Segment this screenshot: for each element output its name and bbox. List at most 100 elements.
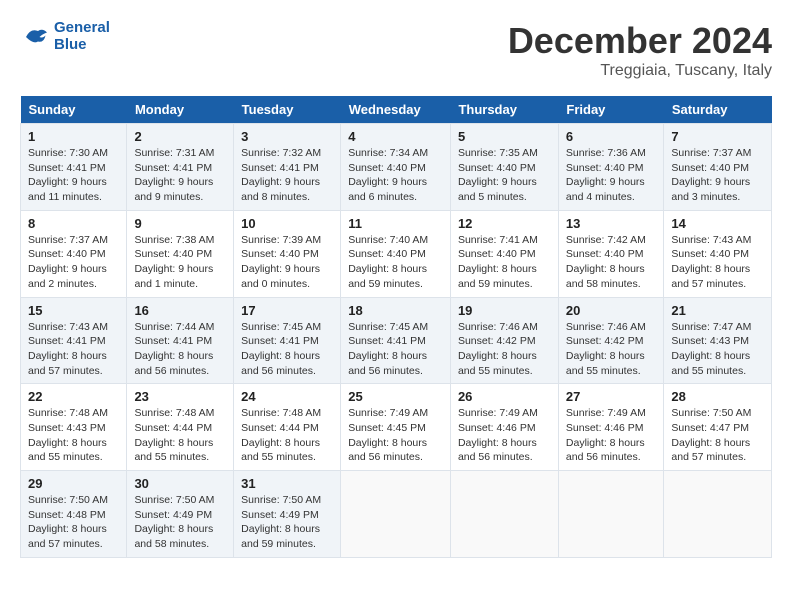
calendar-cell: 18 Sunrise: 7:45 AM Sunset: 4:41 PM Dayl…	[341, 297, 451, 384]
day-number: 11	[348, 216, 443, 231]
calendar-body: 1 Sunrise: 7:30 AM Sunset: 4:41 PM Dayli…	[21, 124, 772, 558]
calendar-header: SundayMondayTuesdayWednesdayThursdayFrid…	[21, 96, 772, 124]
calendar-week-1: 8 Sunrise: 7:37 AM Sunset: 4:40 PM Dayli…	[21, 210, 772, 297]
day-number: 7	[671, 129, 764, 144]
day-number: 14	[671, 216, 764, 231]
day-number: 8	[28, 216, 119, 231]
logo: General Blue	[20, 20, 110, 53]
day-info: Sunrise: 7:43 AM Sunset: 4:41 PM Dayligh…	[28, 320, 119, 379]
day-number: 24	[241, 389, 333, 404]
calendar-cell: 15 Sunrise: 7:43 AM Sunset: 4:41 PM Dayl…	[21, 297, 127, 384]
title-block: December 2024 Treggiaia, Tuscany, Italy	[508, 20, 772, 80]
day-info: Sunrise: 7:41 AM Sunset: 4:40 PM Dayligh…	[458, 233, 551, 292]
day-info: Sunrise: 7:38 AM Sunset: 4:40 PM Dayligh…	[134, 233, 226, 292]
day-number: 16	[134, 303, 226, 318]
calendar-cell	[341, 471, 451, 558]
calendar-cell: 22 Sunrise: 7:48 AM Sunset: 4:43 PM Dayl…	[21, 384, 127, 471]
calendar-cell: 3 Sunrise: 7:32 AM Sunset: 4:41 PM Dayli…	[234, 124, 341, 211]
day-number: 2	[134, 129, 226, 144]
calendar-cell: 1 Sunrise: 7:30 AM Sunset: 4:41 PM Dayli…	[21, 124, 127, 211]
day-number: 19	[458, 303, 551, 318]
day-number: 31	[241, 476, 333, 491]
page-header: General Blue December 2024 Treggiaia, Tu…	[20, 20, 772, 80]
calendar-cell: 5 Sunrise: 7:35 AM Sunset: 4:40 PM Dayli…	[450, 124, 558, 211]
day-number: 21	[671, 303, 764, 318]
day-number: 4	[348, 129, 443, 144]
logo-text-line1: General	[54, 20, 110, 37]
day-number: 30	[134, 476, 226, 491]
header-friday: Friday	[558, 96, 664, 124]
day-number: 23	[134, 389, 226, 404]
day-info: Sunrise: 7:48 AM Sunset: 4:44 PM Dayligh…	[241, 406, 333, 465]
calendar-cell: 7 Sunrise: 7:37 AM Sunset: 4:40 PM Dayli…	[664, 124, 772, 211]
calendar-week-3: 22 Sunrise: 7:48 AM Sunset: 4:43 PM Dayl…	[21, 384, 772, 471]
day-info: Sunrise: 7:50 AM Sunset: 4:49 PM Dayligh…	[241, 493, 333, 552]
header-saturday: Saturday	[664, 96, 772, 124]
calendar-cell: 28 Sunrise: 7:50 AM Sunset: 4:47 PM Dayl…	[664, 384, 772, 471]
calendar-cell: 23 Sunrise: 7:48 AM Sunset: 4:44 PM Dayl…	[127, 384, 234, 471]
calendar-cell: 26 Sunrise: 7:49 AM Sunset: 4:46 PM Dayl…	[450, 384, 558, 471]
calendar-cell: 13 Sunrise: 7:42 AM Sunset: 4:40 PM Dayl…	[558, 210, 664, 297]
day-number: 12	[458, 216, 551, 231]
calendar-cell	[450, 471, 558, 558]
calendar-table: SundayMondayTuesdayWednesdayThursdayFrid…	[20, 96, 772, 558]
day-info: Sunrise: 7:37 AM Sunset: 4:40 PM Dayligh…	[28, 233, 119, 292]
calendar-cell: 25 Sunrise: 7:49 AM Sunset: 4:45 PM Dayl…	[341, 384, 451, 471]
day-number: 5	[458, 129, 551, 144]
day-info: Sunrise: 7:50 AM Sunset: 4:48 PM Dayligh…	[28, 493, 119, 552]
day-info: Sunrise: 7:36 AM Sunset: 4:40 PM Dayligh…	[566, 146, 657, 205]
calendar-cell: 14 Sunrise: 7:43 AM Sunset: 4:40 PM Dayl…	[664, 210, 772, 297]
day-number: 22	[28, 389, 119, 404]
calendar-cell: 9 Sunrise: 7:38 AM Sunset: 4:40 PM Dayli…	[127, 210, 234, 297]
day-info: Sunrise: 7:42 AM Sunset: 4:40 PM Dayligh…	[566, 233, 657, 292]
day-number: 9	[134, 216, 226, 231]
day-number: 6	[566, 129, 657, 144]
day-info: Sunrise: 7:46 AM Sunset: 4:42 PM Dayligh…	[566, 320, 657, 379]
day-info: Sunrise: 7:32 AM Sunset: 4:41 PM Dayligh…	[241, 146, 333, 205]
calendar-cell: 16 Sunrise: 7:44 AM Sunset: 4:41 PM Dayl…	[127, 297, 234, 384]
calendar-cell: 31 Sunrise: 7:50 AM Sunset: 4:49 PM Dayl…	[234, 471, 341, 558]
calendar-cell: 8 Sunrise: 7:37 AM Sunset: 4:40 PM Dayli…	[21, 210, 127, 297]
calendar-cell: 19 Sunrise: 7:46 AM Sunset: 4:42 PM Dayl…	[450, 297, 558, 384]
day-info: Sunrise: 7:47 AM Sunset: 4:43 PM Dayligh…	[671, 320, 764, 379]
month-title: December 2024	[508, 20, 772, 62]
calendar-cell: 6 Sunrise: 7:36 AM Sunset: 4:40 PM Dayli…	[558, 124, 664, 211]
day-info: Sunrise: 7:48 AM Sunset: 4:44 PM Dayligh…	[134, 406, 226, 465]
day-info: Sunrise: 7:35 AM Sunset: 4:40 PM Dayligh…	[458, 146, 551, 205]
calendar-cell: 2 Sunrise: 7:31 AM Sunset: 4:41 PM Dayli…	[127, 124, 234, 211]
day-number: 20	[566, 303, 657, 318]
day-number: 18	[348, 303, 443, 318]
header-tuesday: Tuesday	[234, 96, 341, 124]
day-number: 25	[348, 389, 443, 404]
day-number: 26	[458, 389, 551, 404]
calendar-cell: 27 Sunrise: 7:49 AM Sunset: 4:46 PM Dayl…	[558, 384, 664, 471]
day-info: Sunrise: 7:39 AM Sunset: 4:40 PM Dayligh…	[241, 233, 333, 292]
calendar-cell: 20 Sunrise: 7:46 AM Sunset: 4:42 PM Dayl…	[558, 297, 664, 384]
day-info: Sunrise: 7:48 AM Sunset: 4:43 PM Dayligh…	[28, 406, 119, 465]
calendar-cell: 12 Sunrise: 7:41 AM Sunset: 4:40 PM Dayl…	[450, 210, 558, 297]
day-info: Sunrise: 7:30 AM Sunset: 4:41 PM Dayligh…	[28, 146, 119, 205]
day-info: Sunrise: 7:50 AM Sunset: 4:49 PM Dayligh…	[134, 493, 226, 552]
day-number: 27	[566, 389, 657, 404]
day-info: Sunrise: 7:50 AM Sunset: 4:47 PM Dayligh…	[671, 406, 764, 465]
calendar-cell: 4 Sunrise: 7:34 AM Sunset: 4:40 PM Dayli…	[341, 124, 451, 211]
day-info: Sunrise: 7:31 AM Sunset: 4:41 PM Dayligh…	[134, 146, 226, 205]
day-info: Sunrise: 7:45 AM Sunset: 4:41 PM Dayligh…	[348, 320, 443, 379]
calendar-week-4: 29 Sunrise: 7:50 AM Sunset: 4:48 PM Dayl…	[21, 471, 772, 558]
calendar-cell: 17 Sunrise: 7:45 AM Sunset: 4:41 PM Dayl…	[234, 297, 341, 384]
calendar-cell: 10 Sunrise: 7:39 AM Sunset: 4:40 PM Dayl…	[234, 210, 341, 297]
day-number: 17	[241, 303, 333, 318]
calendar-week-0: 1 Sunrise: 7:30 AM Sunset: 4:41 PM Dayli…	[21, 124, 772, 211]
header-sunday: Sunday	[21, 96, 127, 124]
day-number: 10	[241, 216, 333, 231]
header-thursday: Thursday	[450, 96, 558, 124]
day-number: 3	[241, 129, 333, 144]
logo-icon	[20, 22, 50, 52]
header-wednesday: Wednesday	[341, 96, 451, 124]
day-number: 1	[28, 129, 119, 144]
calendar-cell: 24 Sunrise: 7:48 AM Sunset: 4:44 PM Dayl…	[234, 384, 341, 471]
calendar-cell: 30 Sunrise: 7:50 AM Sunset: 4:49 PM Dayl…	[127, 471, 234, 558]
day-info: Sunrise: 7:45 AM Sunset: 4:41 PM Dayligh…	[241, 320, 333, 379]
day-number: 29	[28, 476, 119, 491]
calendar-cell: 11 Sunrise: 7:40 AM Sunset: 4:40 PM Dayl…	[341, 210, 451, 297]
